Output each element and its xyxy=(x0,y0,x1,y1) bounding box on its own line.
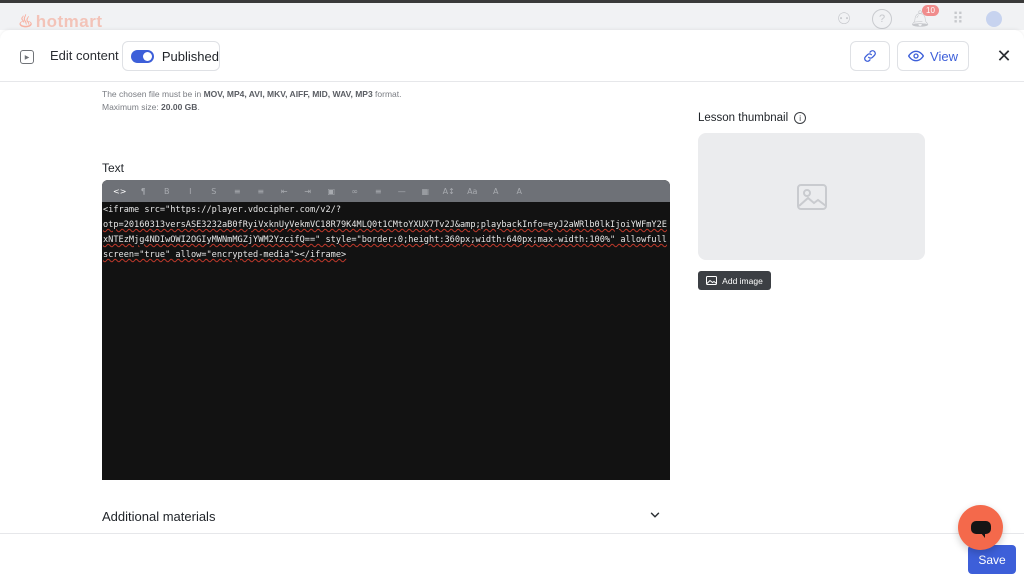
info-icon[interactable]: i xyxy=(794,112,807,124)
upload-format-note: The chosen file must be in MOV, MP4, AVI… xyxy=(102,89,402,112)
video-content-icon: ▶ xyxy=(20,50,34,64)
close-icon: ✕ xyxy=(996,46,1012,66)
apps-grid-icon: ⠿ xyxy=(952,11,964,28)
font-size-icon[interactable]: A↕ xyxy=(437,180,461,202)
published-label: Published xyxy=(161,48,219,64)
ordered-list-icon[interactable]: ≡ xyxy=(226,180,250,202)
notification-bell-icon: 🔔︎ 10 xyxy=(910,5,939,29)
code-view-textarea[interactable]: <iframe src="https://player.vdocipher.co… xyxy=(102,202,670,264)
code-line-1: <iframe src="https://player.vdocipher.co… xyxy=(103,205,341,215)
eye-icon xyxy=(908,50,925,62)
lesson-thumbnail-label: Lesson thumbnail i xyxy=(698,112,807,124)
strikethrough-icon[interactable]: S xyxy=(202,180,226,202)
highlight-icon[interactable]: A xyxy=(508,180,532,202)
chat-support-button[interactable] xyxy=(958,505,1003,550)
link-icon[interactable]: ∞ xyxy=(343,180,367,202)
rich-text-editor[interactable]: <> ¶ B I S ≡ ≡ ⇤ ⇥ ▣ ∞ ≡ — ▦ A↕ Aa A A <iframe src="https… xyxy=(102,180,670,480)
close-button[interactable]: ✕ xyxy=(995,47,1013,65)
image-placeholder-icon xyxy=(796,183,827,210)
paragraph-icon[interactable]: ¶ xyxy=(132,180,156,202)
bullet-list-icon[interactable]: ≡ xyxy=(249,180,273,202)
text-section-label: Text xyxy=(102,161,125,175)
hotmart-logo: ♨ hotmart xyxy=(18,12,103,31)
outdent-icon[interactable]: ⇤ xyxy=(273,180,297,202)
italic-icon[interactable]: I xyxy=(179,180,203,202)
code-line-2: otp=20160313versASE3232aB0fRyiVxknUyVekm… xyxy=(103,220,667,260)
font-family-icon[interactable]: Aa xyxy=(461,180,485,202)
editor-toolbar: <> ¶ B I S ≡ ≡ ⇤ ⇥ ▣ ∞ ≡ — ▦ A↕ Aa A A xyxy=(102,180,670,202)
chat-icon xyxy=(970,521,991,538)
bold-icon[interactable]: B xyxy=(155,180,179,202)
table-icon[interactable]: ▦ xyxy=(414,180,438,202)
modal-title: Edit content xyxy=(50,48,119,63)
horizontal-rule-icon[interactable]: — xyxy=(390,180,414,202)
help-icon: ? xyxy=(872,9,892,29)
text-color-icon[interactable]: A xyxy=(484,180,508,202)
additional-materials-label: Additional materials xyxy=(102,509,216,524)
image-icon[interactable]: ▣ xyxy=(320,180,344,202)
view-button[interactable]: View xyxy=(897,41,969,71)
modal-header: ▶ Edit content Published View ✕ xyxy=(0,30,1024,82)
thumbnail-placeholder xyxy=(698,133,925,260)
indent-icon[interactable]: ⇥ xyxy=(296,180,320,202)
add-image-button[interactable]: Add image xyxy=(698,271,771,290)
align-icon[interactable]: ≡ xyxy=(367,180,391,202)
copy-link-button[interactable] xyxy=(850,41,890,71)
background-app-icons: ⚇ ? 🔔︎ 10 ⠿ xyxy=(834,5,1002,29)
link-icon xyxy=(864,50,876,62)
published-toggle-button[interactable]: Published xyxy=(122,41,220,71)
modal-footer: Save xyxy=(0,533,1024,586)
notification-badge: 10 xyxy=(922,5,939,16)
background-app-header: ♨ hotmart ⚇ ? 🔔︎ 10 ⠿ xyxy=(0,0,1024,31)
image-icon xyxy=(706,276,718,285)
add-image-label: Add image xyxy=(722,275,763,286)
published-toggle-switch[interactable] xyxy=(131,49,154,63)
view-label: View xyxy=(930,48,958,64)
additional-materials-toggle[interactable] xyxy=(648,508,662,522)
edit-content-modal: ▶ Edit content Published View ✕ The chos… xyxy=(0,30,1024,586)
flame-icon: ♨ xyxy=(18,12,34,31)
code-view-icon[interactable]: <> xyxy=(108,180,132,202)
community-icon: ⚇ xyxy=(836,11,852,28)
chevron-down-icon xyxy=(650,512,660,518)
avatar xyxy=(986,11,1002,27)
